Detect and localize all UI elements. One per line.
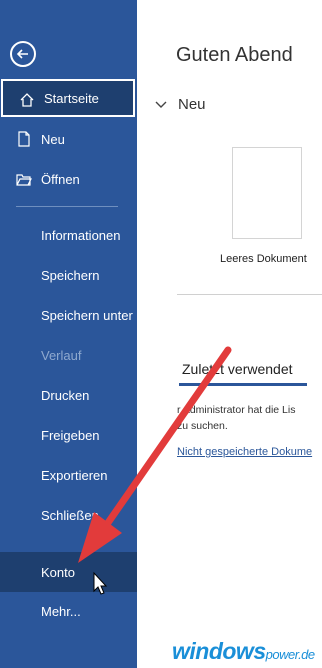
watermark-suffix: power — [265, 647, 299, 662]
nav-label: Startseite — [44, 90, 99, 106]
nav-freigeben[interactable]: Freigeben — [0, 416, 137, 454]
nav-label: Mehr... — [41, 603, 81, 619]
back-button[interactable] — [10, 41, 36, 67]
nav-label: Öffnen — [41, 171, 80, 187]
nav-startseite[interactable]: Startseite — [1, 79, 135, 117]
nav-label: Drucken — [41, 387, 90, 403]
nav-drucken[interactable]: Drucken — [0, 376, 137, 414]
chevron-down-icon — [155, 101, 167, 108]
section-divider — [177, 294, 322, 295]
watermark-logo: windowspower.de — [172, 638, 315, 668]
nav-speichern[interactable]: Speichern — [0, 256, 137, 294]
nav-mehr[interactable]: Mehr... — [0, 592, 137, 630]
nav-label: Exportieren — [41, 467, 108, 483]
open-folder-icon — [16, 174, 32, 186]
nav-schliessen[interactable]: Schließen — [0, 496, 137, 534]
tab-recent[interactable]: Zuletzt verwendet — [182, 361, 293, 377]
arrow-left-icon — [16, 49, 28, 59]
nav-speichern-unter[interactable]: Speichern unter — [0, 296, 137, 334]
new-section-header[interactable]: Neu — [154, 96, 206, 113]
admin-notice: r Administrator hat die Lis zu suchen. — [177, 402, 322, 434]
nav-label: Schließen — [41, 507, 99, 523]
nav-label: Freigeben — [41, 427, 100, 443]
admin-notice-line: zu suchen. — [177, 420, 228, 432]
nav-konto[interactable]: Konto — [0, 552, 137, 592]
new-section-label: Neu — [178, 96, 206, 113]
nav-label: Informationen — [41, 227, 121, 243]
sidebar-divider — [16, 206, 118, 207]
nav-verlauf: Verlauf — [0, 336, 137, 374]
nav-informationen[interactable]: Informationen — [0, 216, 137, 254]
nav-label: Konto — [41, 564, 75, 580]
backstage-main: Guten Abend Neu Leeres Dokument Zuletzt … — [137, 0, 322, 668]
nav-label: Speichern unter — [41, 307, 133, 323]
backstage-sidebar: Startseite Neu Öffnen Informationen Spei… — [0, 0, 137, 668]
watermark-tld: .de — [298, 647, 315, 662]
nav-neu[interactable]: Neu — [0, 120, 137, 158]
nav-oeffnen[interactable]: Öffnen — [0, 160, 137, 198]
nav-label: Speichern — [41, 267, 100, 283]
tab-underline — [179, 383, 307, 386]
unsaved-documents-link[interactable]: Nicht gespeicherte Dokume — [177, 446, 312, 458]
admin-notice-line: r Administrator hat die Lis — [177, 404, 296, 416]
blank-document-label: Leeres Dokument — [220, 253, 307, 265]
page-title: Guten Abend — [176, 44, 293, 66]
watermark-brand: windows — [172, 638, 266, 664]
nav-label: Neu — [41, 131, 65, 147]
nav-label: Verlauf — [41, 347, 82, 363]
blank-document-thumbnail[interactable] — [232, 147, 302, 239]
nav-exportieren[interactable]: Exportieren — [0, 456, 137, 494]
new-document-icon — [18, 131, 30, 147]
home-icon — [20, 93, 34, 107]
